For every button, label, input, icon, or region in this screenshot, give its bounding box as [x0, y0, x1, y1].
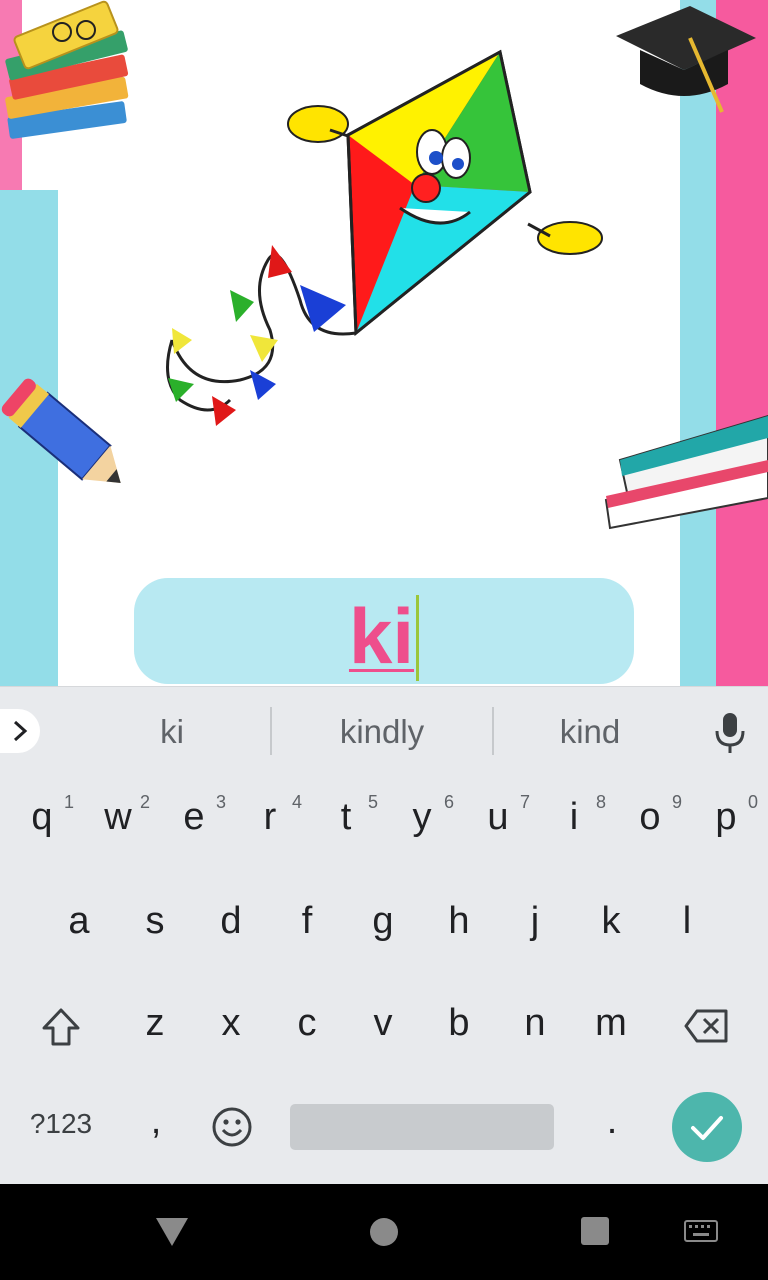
key-label: i — [569, 796, 579, 838]
key-g[interactable]: g — [363, 900, 403, 943]
home-nav-icon[interactable] — [368, 1216, 400, 1248]
system-nav-bar — [0, 1184, 768, 1280]
books-right-icon — [604, 414, 768, 530]
key-hint: 4 — [291, 792, 302, 812]
expand-toolbar-button[interactable] — [0, 709, 40, 753]
emoji-icon — [212, 1107, 252, 1147]
suggestion-divider — [492, 707, 494, 755]
key-label: p — [715, 796, 737, 838]
key-e[interactable]: e3 — [174, 792, 226, 839]
key-n[interactable]: n — [515, 1002, 555, 1045]
key-hint: 0 — [747, 792, 758, 812]
key-hint: 8 — [595, 792, 606, 812]
key-hint: 1 — [63, 792, 74, 812]
key-w[interactable]: w2 — [98, 792, 150, 839]
shift-key[interactable] — [36, 1006, 86, 1056]
key-s[interactable]: s — [135, 900, 175, 943]
key-m[interactable]: m — [591, 1002, 631, 1045]
space-key[interactable] — [290, 1104, 554, 1150]
key-d[interactable]: d — [211, 900, 251, 943]
key-h[interactable]: h — [439, 900, 479, 943]
enter-key[interactable] — [672, 1092, 742, 1162]
books-icon — [5, 0, 129, 139]
key-y[interactable]: y6 — [402, 792, 455, 839]
answer-text: ki — [348, 592, 415, 680]
key-v[interactable]: v — [363, 1002, 403, 1045]
key-label: o — [639, 796, 661, 838]
key-hint: 2 — [139, 792, 150, 812]
key-z[interactable]: z — [135, 1002, 175, 1045]
back-nav-icon[interactable] — [154, 1214, 190, 1248]
key-k[interactable]: k — [591, 900, 631, 943]
key-i[interactable]: i8 — [554, 792, 606, 839]
key-label: r — [263, 796, 277, 838]
comma-key[interactable]: , — [140, 1100, 172, 1143]
shift-icon — [42, 1008, 80, 1046]
key-t[interactable]: t5 — [326, 792, 378, 839]
text-caret — [416, 595, 420, 682]
suggestion-3[interactable]: kind — [500, 709, 680, 753]
recents-nav-icon[interactable] — [580, 1216, 610, 1246]
key-a[interactable]: a — [59, 900, 99, 943]
key-label: y — [412, 796, 432, 838]
key-hint: 7 — [519, 792, 530, 812]
key-f[interactable]: f — [287, 900, 327, 943]
kite-illustration — [166, 49, 603, 426]
key-p[interactable]: p0 — [706, 792, 758, 839]
key-label: u — [487, 796, 509, 838]
emoji-key[interactable] — [210, 1106, 254, 1150]
key-r[interactable]: r4 — [250, 792, 302, 839]
key-hint: 5 — [367, 792, 378, 812]
symbols-key[interactable]: ?123 — [18, 1108, 104, 1140]
key-c[interactable]: c — [287, 1002, 327, 1045]
suggestion-1[interactable]: ki — [82, 709, 262, 753]
chevron-right-icon — [13, 720, 28, 742]
pencil-icon — [1, 378, 121, 484]
key-hint: 3 — [215, 792, 226, 812]
period-key[interactable]: . — [598, 1100, 626, 1143]
key-label: t — [340, 796, 352, 838]
keyboard-switch-icon[interactable] — [684, 1220, 718, 1242]
key-j[interactable]: j — [515, 900, 555, 943]
backspace-icon — [684, 1009, 728, 1043]
soft-keyboard: ki kindly kind q1w2e3r4t5y6u7i8o9p0 asdf… — [0, 686, 768, 1184]
key-u[interactable]: u7 — [478, 792, 530, 839]
key-hint: 6 — [443, 792, 454, 812]
suggestion-strip: ki kindly kind — [0, 686, 768, 775]
key-hint: 9 — [671, 792, 682, 812]
key-q[interactable]: q1 — [22, 792, 74, 839]
graduation-cap-icon — [616, 6, 756, 113]
mic-icon[interactable] — [710, 711, 750, 755]
key-o[interactable]: o9 — [630, 792, 682, 839]
key-label: q — [31, 796, 53, 838]
key-b[interactable]: b — [439, 1002, 479, 1045]
key-label: w — [104, 796, 132, 838]
check-icon — [691, 1116, 723, 1140]
backspace-key[interactable] — [680, 1008, 732, 1054]
key-x[interactable]: x — [211, 1002, 251, 1045]
suggestion-divider — [270, 707, 272, 755]
suggestion-2[interactable]: kindly — [282, 709, 482, 753]
key-l[interactable]: l — [667, 900, 707, 943]
key-label: e — [183, 796, 205, 838]
answer-text-display[interactable]: ki — [0, 590, 768, 685]
